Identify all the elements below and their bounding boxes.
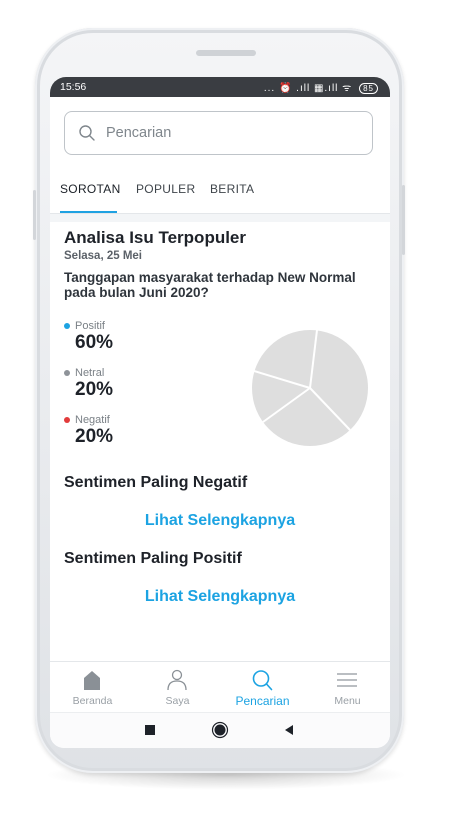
status-icons: ... ⏰ .ıll ▦.ıll ᯤ xyxy=(263,83,353,94)
battery-icon: 85 xyxy=(359,83,378,94)
nav-label: Beranda xyxy=(72,695,113,707)
nav-menu[interactable]: Menu xyxy=(305,662,390,712)
analysis-date: Selasa, 25 Mei xyxy=(64,250,142,262)
system-navigation-bar xyxy=(50,712,390,748)
nav-pencarian[interactable]: Pencarian xyxy=(220,662,305,712)
legend-netral: Netral 20% xyxy=(64,367,113,401)
home-button[interactable] xyxy=(211,721,229,739)
search-input[interactable]: Pencarian xyxy=(106,112,171,154)
analysis-question: Tanggapan masyarakat terhadap New Normal… xyxy=(64,270,356,300)
legend-positif: Positif 60% xyxy=(64,320,113,354)
legend-negatif: Negatif 20% xyxy=(64,414,113,448)
status-time: 15:56 xyxy=(60,81,87,93)
status-indicators: ... ⏰ .ıll ▦.ıll ᯤ 85 xyxy=(264,80,378,94)
phone-screen: 15:56 ... ⏰ .ıll ▦.ıll ᯤ 85 Pencarian SO… xyxy=(50,77,390,748)
tab-sorotan[interactable]: SOROTAN xyxy=(60,182,121,196)
side-button-right xyxy=(402,185,405,255)
analysis-title: Analisa Isu Terpopuler xyxy=(64,228,247,247)
legend-label: Positif xyxy=(75,320,105,332)
back-button[interactable] xyxy=(282,723,296,737)
tab-berita[interactable]: BERITA xyxy=(210,182,254,196)
speaker-grille xyxy=(196,50,256,56)
home-icon xyxy=(84,671,100,690)
section-divider xyxy=(50,214,390,222)
legend-dot-negatif xyxy=(64,417,70,423)
nav-label: Menu xyxy=(334,695,361,707)
legend-value: 20% xyxy=(75,426,114,447)
legend-label: Negatif xyxy=(75,414,110,426)
tab-populer[interactable]: POPULER xyxy=(136,182,195,196)
recents-button[interactable] xyxy=(143,723,157,737)
side-button-left xyxy=(33,190,36,240)
legend-label: Netral xyxy=(75,367,105,379)
menu-icon xyxy=(337,673,357,687)
bottom-navigation: Beranda Saya Pencarian Menu xyxy=(50,661,390,712)
nav-label: Saya xyxy=(165,695,190,707)
nav-beranda[interactable]: Beranda xyxy=(50,662,135,712)
sentiment-pie-chart xyxy=(252,329,368,446)
nav-saya[interactable]: Saya xyxy=(135,662,220,712)
user-icon xyxy=(167,669,187,691)
tab-bar: SOROTAN POPULER BERITA xyxy=(50,180,390,214)
status-bar: 15:56 ... ⏰ .ıll ▦.ıll ᯤ 85 xyxy=(50,77,390,97)
legend-dot-netral xyxy=(64,370,70,376)
negative-sentiment-title: Sentimen Paling Negatif xyxy=(64,474,248,491)
positive-see-more-link[interactable]: Lihat Selengkapnya xyxy=(50,588,390,606)
legend-value: 60% xyxy=(75,332,114,353)
negative-see-more-link[interactable]: Lihat Selengkapnya xyxy=(50,512,390,530)
active-tab-indicator xyxy=(60,211,117,213)
search-icon xyxy=(79,125,95,141)
legend-dot-positif xyxy=(64,323,70,329)
positive-sentiment-title: Sentimen Paling Positif xyxy=(64,550,242,567)
legend-value: 20% xyxy=(75,379,114,400)
nav-label: Pencarian xyxy=(235,694,290,708)
search-icon xyxy=(252,670,273,691)
search-bar[interactable]: Pencarian xyxy=(64,111,373,155)
